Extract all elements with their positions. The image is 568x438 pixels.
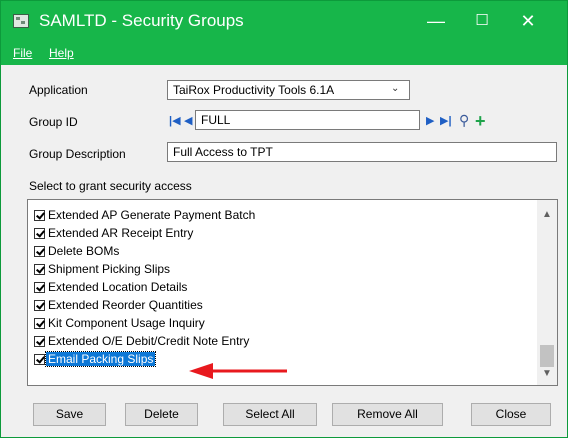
group-id-field[interactable]: FULL bbox=[195, 110, 420, 130]
app-icon bbox=[13, 14, 29, 28]
select-all-button[interactable]: Select All bbox=[223, 403, 317, 426]
checkbox[interactable] bbox=[34, 210, 45, 221]
list-item[interactable]: Shipment Picking Slips bbox=[28, 260, 536, 278]
group-description-field[interactable]: Full Access to TPT bbox=[167, 142, 557, 162]
title-bar[interactable]: SAMLTD - Security Groups — ☐ ✕ bbox=[1, 1, 567, 41]
checkbox[interactable] bbox=[34, 246, 45, 257]
security-groups-window: SAMLTD - Security Groups — ☐ ✕ File Help… bbox=[0, 0, 568, 438]
application-label: Application bbox=[29, 83, 88, 97]
group-description-label: Group Description bbox=[29, 147, 126, 161]
application-value: TaiRox Productivity Tools 6.1A bbox=[173, 83, 335, 97]
maximize-icon[interactable]: ☐ bbox=[459, 3, 505, 39]
list-item[interactable]: Extended O/E Debit/Credit Note Entry bbox=[28, 332, 536, 350]
scroll-down-icon[interactable]: ▼ bbox=[537, 365, 557, 383]
search-icon[interactable]: ⚲ bbox=[459, 113, 471, 127]
save-button[interactable]: Save bbox=[33, 403, 106, 426]
red-arrow-icon bbox=[189, 363, 287, 379]
select-access-label: Select to grant security access bbox=[29, 179, 192, 193]
last-record-icon[interactable]: ▶| bbox=[440, 114, 452, 128]
application-select[interactable]: TaiRox Productivity Tools 6.1A ⌄ bbox=[167, 80, 410, 100]
window-title: SAMLTD - Security Groups bbox=[39, 11, 244, 30]
chevron-down-icon: ⌄ bbox=[391, 83, 400, 94]
list-item[interactable]: Extended AR Receipt Entry bbox=[28, 224, 536, 242]
checkbox[interactable] bbox=[34, 336, 45, 347]
menu-file[interactable]: File bbox=[13, 45, 32, 61]
checkbox[interactable] bbox=[34, 228, 45, 239]
checkbox[interactable] bbox=[34, 318, 45, 329]
menu-bar: File Help bbox=[1, 41, 567, 65]
next-record-icon[interactable]: ▶ bbox=[426, 114, 434, 128]
group-id-label: Group ID bbox=[29, 115, 78, 129]
delete-button[interactable]: Delete bbox=[125, 403, 198, 426]
checkbox[interactable] bbox=[34, 354, 45, 365]
close-icon[interactable]: ✕ bbox=[505, 3, 551, 39]
list-scrollbar[interactable]: ▲ ▼ bbox=[537, 200, 557, 385]
scroll-up-icon[interactable]: ▲ bbox=[537, 206, 557, 224]
menu-help[interactable]: Help bbox=[49, 45, 74, 61]
checkbox[interactable] bbox=[34, 264, 45, 275]
security-access-list[interactable]: Extended AP Generate Payment Batch Exten… bbox=[27, 199, 558, 386]
checkbox[interactable] bbox=[34, 300, 45, 311]
list-item[interactable]: Extended Location Details bbox=[28, 278, 536, 296]
list-item[interactable]: Extended AP Generate Payment Batch bbox=[28, 206, 536, 224]
list-item[interactable]: Kit Component Usage Inquiry bbox=[28, 314, 536, 332]
checkbox[interactable] bbox=[34, 282, 45, 293]
close-button[interactable]: Close bbox=[471, 403, 551, 426]
list-item[interactable]: Extended Reorder Quantities bbox=[28, 296, 536, 314]
list-item[interactable]: Delete BOMs bbox=[28, 242, 536, 260]
group-id-value: FULL bbox=[201, 113, 231, 127]
first-record-icon[interactable]: |◀ bbox=[169, 114, 181, 128]
scroll-thumb[interactable] bbox=[540, 345, 554, 367]
minimize-icon[interactable]: — bbox=[413, 3, 459, 39]
add-icon[interactable]: + bbox=[475, 112, 486, 130]
remove-all-button[interactable]: Remove All bbox=[332, 403, 443, 426]
group-description-value: Full Access to TPT bbox=[173, 145, 273, 159]
previous-record-icon[interactable]: ◀ bbox=[184, 114, 192, 128]
